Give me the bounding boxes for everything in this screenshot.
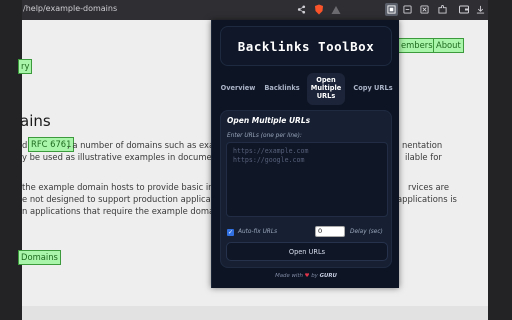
tab-backlinks[interactable]: Backlinks — [262, 73, 302, 105]
domains-link[interactable]: Domains — [18, 250, 61, 265]
tab-open-multiple-urls-label: Open Multiple URLs — [310, 76, 342, 100]
tab-open-multiple-urls[interactable]: Open Multiple URLs — [307, 73, 345, 105]
tab-overview-label: Overview — [220, 84, 256, 93]
brave-shield-icon[interactable] — [312, 3, 325, 16]
urls-label: Enter URLs (one per line): — [227, 133, 302, 139]
nav-link-members[interactable]: embers — [398, 38, 436, 53]
delay-input[interactable]: 0 — [315, 226, 345, 237]
para1-line2: y be used as illustrative examples in do… — [22, 152, 237, 162]
brave-rewards-icon[interactable] — [329, 3, 342, 16]
tab-backlinks-label: Backlinks — [264, 84, 300, 93]
para2-line2: e not designed to support production app… — [22, 194, 232, 204]
para1-line2-end: ilable for — [405, 152, 442, 162]
para2-line2-end: applications is — [397, 194, 457, 204]
autofix-label: Auto-fix URLs — [238, 228, 278, 235]
puzzle-icon[interactable] — [436, 3, 449, 16]
para1-line1-end: nentation — [402, 140, 443, 150]
tab-copy-urls[interactable]: Copy URLs — [350, 73, 396, 105]
para2-line1: the example domain hosts to provide basi… — [22, 182, 239, 192]
extension-title: Backlinks ToolBox — [237, 38, 375, 54]
footer-brand[interactable]: GURU — [320, 273, 337, 279]
window-left-edge — [0, 0, 22, 320]
open-urls-button[interactable]: Open URLs — [226, 242, 388, 261]
tab-overview[interactable]: Overview — [218, 73, 258, 105]
window-right-edge — [488, 0, 512, 320]
nav-link-about[interactable]: About — [433, 38, 464, 53]
para1-line1: , a number of domains such as example — [67, 140, 236, 150]
extension-icon[interactable] — [418, 3, 431, 16]
tab-copy-urls-label: Copy URLs — [353, 84, 393, 93]
urls-textarea[interactable]: https://example.com https://google.com — [226, 142, 388, 217]
autofix-checkbox[interactable]: ✓ — [227, 229, 234, 236]
extension-footer: Made with ♥ by GURU — [212, 273, 400, 279]
para1-prefix: d — [22, 140, 28, 150]
footer-made-with: Made with — [275, 273, 303, 279]
page-heading: ains — [20, 112, 51, 130]
para2-line3: n applications that require the example … — [22, 206, 233, 216]
delay-label: Delay (sec) — [350, 228, 383, 235]
heart-icon: ♥ — [304, 273, 310, 279]
share-icon[interactable] — [295, 3, 308, 16]
page-bottom-band — [22, 306, 488, 320]
address-bar-url[interactable]: /help/example-domains — [23, 4, 117, 13]
small-link[interactable]: ry — [18, 59, 33, 74]
extension-popup: Backlinks ToolBox Overview Backlinks Ope… — [211, 20, 399, 288]
para2-line1-end: rvices are — [408, 182, 450, 192]
browser-toolbar: /help/example-domains — [0, 0, 512, 20]
extension-active-icon[interactable] — [385, 3, 398, 16]
extension-header: Backlinks ToolBox — [220, 26, 392, 66]
open-urls-panel: Open Multiple URLs Enter URLs (one per l… — [220, 110, 392, 268]
download-icon[interactable] — [474, 3, 487, 16]
wallet-icon[interactable] — [457, 3, 470, 16]
panel-title: Open Multiple URLs — [227, 116, 311, 125]
footer-by: by — [311, 273, 318, 279]
extension-icon[interactable] — [401, 3, 414, 16]
